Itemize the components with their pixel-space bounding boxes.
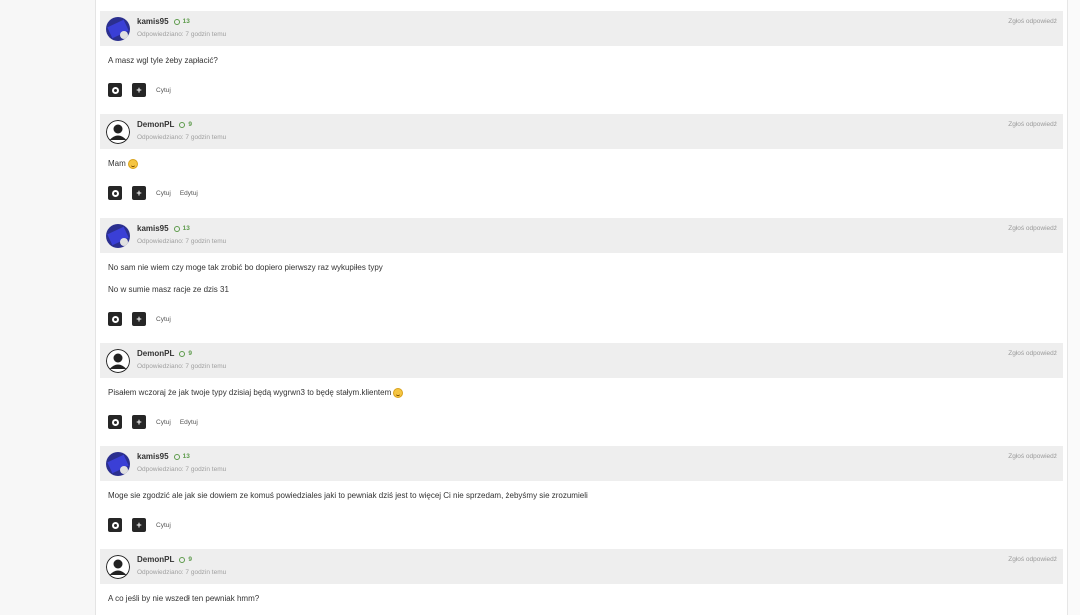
right-scroll-area[interactable] [1067, 0, 1080, 615]
reputation-count: 9 [188, 556, 192, 563]
author-name[interactable]: DemonPL [137, 120, 174, 129]
edit-link[interactable]: Edytuj [180, 419, 198, 426]
post: kamis95 13 Odpowiedziano: 7 godzin temu … [100, 446, 1063, 549]
post-actions: + Cytuj [108, 518, 180, 532]
post-timestamp: Odpowiedziano: 7 godzin temu [137, 363, 227, 370]
author-name[interactable]: DemonPL [137, 555, 174, 564]
post-text: A co jeśli by nie wszedł ten pewniak hmm… [108, 594, 260, 603]
reputation-count: 13 [182, 453, 190, 460]
post: kamis95 13 Odpowiedziano: 7 godzin temu … [100, 11, 1063, 114]
report-link[interactable]: Zgłoś odpowiedź [1008, 18, 1057, 25]
quote-link[interactable]: Cytuj [156, 190, 171, 197]
post-actions: + Cytuj [108, 83, 180, 97]
post-header: DemonPL 9 Odpowiedziano: 7 godzin temu Z… [100, 549, 1063, 584]
post-content: A masz wgl tyle żeby zapłacić? + Cytuj [100, 46, 1063, 114]
post-timestamp: Odpowiedziano: 7 godzin temu [137, 238, 227, 245]
report-link[interactable]: Zgłoś odpowiedź [1008, 225, 1057, 232]
settings-icon[interactable] [108, 415, 122, 429]
quote-link[interactable]: Cytuj [156, 522, 171, 529]
smiley-emoji-icon [393, 388, 404, 398]
post-timestamp: Odpowiedziano: 7 godzin temu [137, 569, 227, 576]
report-link[interactable]: Zgłoś odpowiedź [1008, 453, 1057, 460]
post-text: Moge sie zgodzić ale jak sie dowiem ze k… [108, 491, 588, 500]
post-content: Pisałem wczoraj że jak twoje typy dzisia… [100, 378, 1063, 446]
post-content: No sam nie wiem czy moge tak zrobić bo d… [100, 253, 1063, 343]
reputation-icon [173, 453, 180, 460]
reputation-icon [173, 225, 180, 232]
post-header: kamis95 13 Odpowiedziano: 7 godzin temu … [100, 446, 1063, 481]
author-name[interactable]: DemonPL [137, 349, 174, 358]
post-text: Pisałem wczoraj że jak twoje typy dzisia… [108, 388, 404, 398]
avatar[interactable] [106, 349, 130, 373]
quote-link[interactable]: Cytuj [156, 87, 171, 94]
plus-icon[interactable]: + [132, 312, 146, 326]
post: DemonPL 9 Odpowiedziano: 7 godzin temu Z… [100, 114, 1063, 217]
post-content: Moge sie zgodzić ale jak sie dowiem ze k… [100, 481, 1063, 549]
reputation-icon [179, 121, 186, 128]
avatar[interactable] [106, 452, 130, 476]
smiley-emoji-icon [127, 159, 138, 169]
author-name[interactable]: kamis95 [137, 452, 169, 461]
reputation-count: 13 [182, 18, 190, 25]
settings-icon[interactable] [108, 518, 122, 532]
reputation-icon [179, 556, 186, 563]
report-link[interactable]: Zgłoś odpowiedź [1008, 350, 1057, 357]
left-sidebar [0, 0, 96, 615]
plus-icon[interactable]: + [132, 186, 146, 200]
settings-icon[interactable] [108, 312, 122, 326]
report-link[interactable]: Zgłoś odpowiedź [1008, 556, 1057, 563]
settings-icon[interactable] [108, 186, 122, 200]
quote-link[interactable]: Cytuj [156, 316, 171, 323]
author-name[interactable]: kamis95 [137, 224, 169, 233]
post-header: DemonPL 9 Odpowiedziano: 7 godzin temu Z… [100, 114, 1063, 149]
reputation-icon [179, 350, 186, 357]
author-name[interactable]: kamis95 [137, 17, 169, 26]
avatar[interactable] [106, 224, 130, 248]
reputation-count: 9 [188, 121, 192, 128]
post-text: No w sumie masz racje ze dzis 31 [108, 285, 229, 294]
post-timestamp: Odpowiedziano: 7 godzin temu [137, 466, 227, 473]
post: DemonPL 9 Odpowiedziano: 7 godzin temu Z… [100, 343, 1063, 446]
plus-icon[interactable]: + [132, 83, 146, 97]
post-header: DemonPL 9 Odpowiedziano: 7 godzin temu Z… [100, 343, 1063, 378]
plus-icon[interactable]: + [132, 518, 146, 532]
post-text: Mam [108, 159, 138, 169]
avatar[interactable] [106, 555, 130, 579]
post-text: A masz wgl tyle żeby zapłacić? [108, 56, 218, 65]
quote-link[interactable]: Cytuj [156, 419, 171, 426]
plus-icon[interactable]: + [132, 415, 146, 429]
post-header: kamis95 13 Odpowiedziano: 7 godzin temu … [100, 11, 1063, 46]
post-content: Mam + Cytuj Edytuj [100, 149, 1063, 217]
post-actions: + Cytuj [108, 312, 180, 326]
post-actions: + Cytuj Edytuj [108, 415, 207, 429]
reputation-count: 13 [182, 225, 190, 232]
post-timestamp: Odpowiedziano: 7 godzin temu [137, 134, 227, 141]
avatar[interactable] [106, 17, 130, 41]
avatar[interactable] [106, 120, 130, 144]
edit-link[interactable]: Edytuj [180, 190, 198, 197]
post-content: A co jeśli by nie wszedł ten pewniak hmm… [100, 584, 1063, 615]
post: kamis95 13 Odpowiedziano: 7 godzin temu … [100, 218, 1063, 343]
post-header: kamis95 13 Odpowiedziano: 7 godzin temu … [100, 218, 1063, 253]
comments-feed: kamis95 13 Odpowiedziano: 7 godzin temu … [100, 0, 1063, 615]
reputation-count: 9 [188, 350, 192, 357]
post-text: No sam nie wiem czy moge tak zrobić bo d… [108, 263, 383, 272]
post-timestamp: Odpowiedziano: 7 godzin temu [137, 31, 227, 38]
reputation-icon [173, 18, 180, 25]
settings-icon[interactable] [108, 83, 122, 97]
post-actions: + Cytuj Edytuj [108, 186, 207, 200]
report-link[interactable]: Zgłoś odpowiedź [1008, 121, 1057, 128]
post: DemonPL 9 Odpowiedziano: 7 godzin temu Z… [100, 549, 1063, 615]
